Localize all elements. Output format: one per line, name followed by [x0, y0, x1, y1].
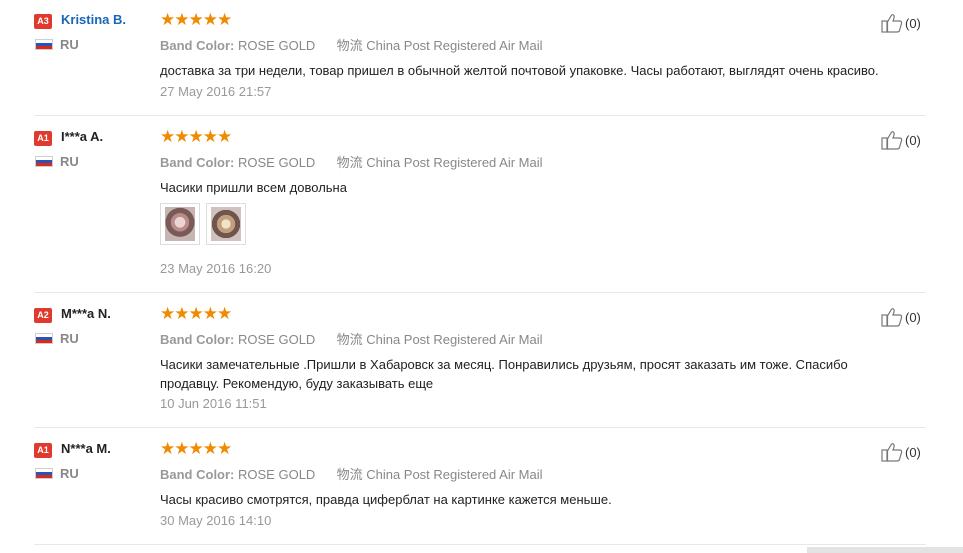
star-rating: ★★★★★	[160, 10, 232, 29]
review-photo-thumbnail[interactable]	[160, 203, 200, 245]
logistics-value: China Post Registered Air Mail	[366, 38, 543, 53]
band-color-label: Band Color:	[160, 38, 235, 53]
review-date: 27 May 2016 21:57	[160, 84, 272, 99]
order-info: Band Color: ROSE GOLD 物流 China Post Regi…	[160, 152, 543, 171]
reviewer-name: M***a N.	[61, 306, 111, 321]
russia-flag-icon	[35, 468, 53, 479]
russia-flag-icon	[35, 333, 53, 344]
country-code: RU	[60, 331, 79, 346]
review-date: 30 May 2016 14:10	[160, 513, 272, 528]
logistics-label: 物流	[336, 467, 363, 482]
helpful-count: (0)	[905, 310, 921, 325]
order-info: Band Color: ROSE GOLD 物流 China Post Regi…	[160, 35, 543, 54]
review-photo-thumbnail[interactable]	[206, 203, 246, 245]
band-color-value: ROSE GOLD	[238, 155, 316, 170]
band-color-value: ROSE GOLD	[238, 332, 316, 347]
helpful-button[interactable]: (0)	[881, 130, 926, 150]
helpful-count: (0)	[905, 16, 921, 31]
reviewer-name[interactable]: Kristina B.	[61, 12, 126, 27]
review-item: A1 N***a M. RU ★★★★★ Band Color: ROSE GO…	[34, 439, 926, 545]
helpful-count: (0)	[905, 445, 921, 460]
buyer-level-badge: A3	[34, 14, 52, 30]
review-text: Часы красиво смотрятся, правда циферблат…	[160, 492, 612, 507]
review-item: A3 Kristina B. RU ★★★★★ Band Color: ROSE…	[34, 10, 926, 116]
thumbs-up-icon	[881, 308, 903, 327]
review-text: Часики пришли всем довольна	[160, 180, 347, 195]
order-info: Band Color: ROSE GOLD 物流 China Post Regi…	[160, 464, 543, 483]
helpful-button[interactable]: (0)	[881, 307, 926, 327]
review-text: доставка за три недели, товар пришел в о…	[160, 63, 879, 78]
logistics-label: 物流	[336, 155, 363, 170]
review-text: Часики замечательные .Пришли в Хабаровск…	[160, 357, 848, 391]
thumbs-up-icon	[881, 131, 903, 150]
logistics-label: 物流	[336, 332, 363, 347]
logistics-value: China Post Registered Air Mail	[366, 155, 543, 170]
logistics-label: 物流	[336, 38, 363, 53]
thumbs-up-icon	[881, 443, 903, 462]
helpful-button[interactable]: (0)	[881, 442, 926, 462]
logistics-value: China Post Registered Air Mail	[366, 332, 543, 347]
star-rating: ★★★★★	[160, 304, 232, 323]
band-color-label: Band Color:	[160, 332, 235, 347]
scrollbar-track	[807, 547, 963, 553]
helpful-count: (0)	[905, 133, 921, 148]
reviewer-info: A2 M***a N. RU	[34, 306, 154, 346]
reviewer-info: A1 N***a M. RU	[34, 441, 154, 481]
logistics-value: China Post Registered Air Mail	[366, 467, 543, 482]
buyer-level-badge: A1	[34, 131, 52, 147]
review-date: 10 Jun 2016 11:51	[160, 396, 267, 411]
review-item: A2 M***a N. RU ★★★★★ Band Color: ROSE GO…	[34, 304, 926, 428]
reviewer-name: N***a M.	[61, 441, 111, 456]
thumbs-up-icon	[881, 14, 903, 33]
band-color-label: Band Color:	[160, 467, 235, 482]
reviewer-info: A1 I***a A. RU	[34, 129, 154, 169]
band-color-value: ROSE GOLD	[238, 38, 316, 53]
order-info: Band Color: ROSE GOLD 物流 China Post Regi…	[160, 329, 543, 348]
reviewer-name: I***a A.	[61, 129, 104, 144]
russia-flag-icon	[35, 39, 53, 50]
buyer-level-badge: A1	[34, 443, 52, 459]
buyer-level-badge: A2	[34, 308, 52, 324]
review-date: 23 May 2016 16:20	[160, 261, 272, 276]
review-item: A1 I***a A. RU ★★★★★ Band Color: ROSE GO…	[34, 127, 926, 293]
country-code: RU	[60, 37, 79, 52]
russia-flag-icon	[35, 156, 53, 167]
country-code: RU	[60, 154, 79, 169]
star-rating: ★★★★★	[160, 439, 232, 458]
star-rating: ★★★★★	[160, 127, 232, 146]
band-color-value: ROSE GOLD	[238, 467, 316, 482]
band-color-label: Band Color:	[160, 155, 235, 170]
helpful-button[interactable]: (0)	[881, 13, 926, 33]
country-code: RU	[60, 466, 79, 481]
reviewer-info: A3 Kristina B. RU	[34, 12, 154, 52]
